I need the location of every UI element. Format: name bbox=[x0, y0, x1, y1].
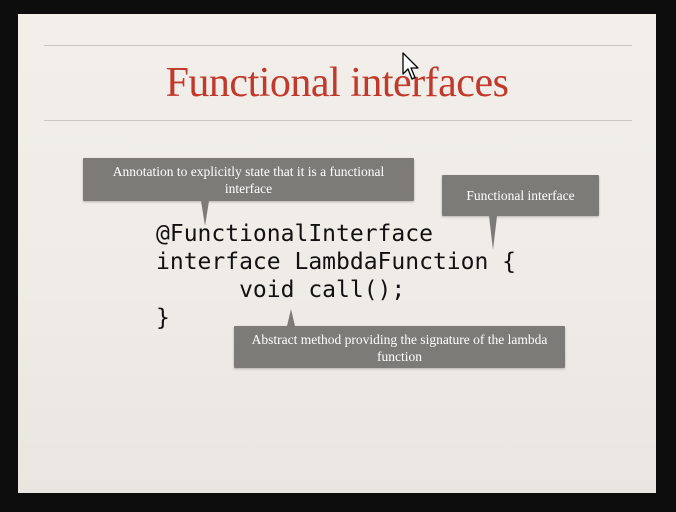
code-line-annotation: @FunctionalInterface bbox=[156, 221, 433, 247]
callout-functional-interface-pointer bbox=[489, 216, 497, 250]
callout-annotation-text: Annotation to explicitly state that it i… bbox=[112, 164, 385, 196]
top-divider bbox=[44, 45, 632, 46]
presentation-slide: Functional interfaces @FunctionalInterfa… bbox=[18, 14, 656, 493]
mouse-pointer-icon bbox=[402, 52, 419, 80]
callout-abstract-method-text: Abstract method providing the signature … bbox=[251, 332, 548, 364]
title-divider bbox=[44, 120, 632, 121]
code-line-interface: interface LambdaFunction { bbox=[156, 249, 517, 275]
callout-abstract-method-pointer bbox=[287, 309, 295, 326]
callout-abstract-method: Abstract method providing the signature … bbox=[234, 309, 565, 368]
slide-title: Functional interfaces bbox=[165, 60, 509, 106]
callout-annotation: Annotation to explicitly state that it i… bbox=[83, 158, 414, 226]
code-block: @FunctionalInterface interface LambdaFunc… bbox=[156, 220, 516, 332]
callout-functional-interface: Functional interface bbox=[442, 175, 599, 250]
callout-functional-interface-text: Functional interface bbox=[466, 188, 575, 203]
code-line-method: void call(); bbox=[156, 277, 406, 303]
callout-annotation-pointer bbox=[201, 201, 209, 226]
